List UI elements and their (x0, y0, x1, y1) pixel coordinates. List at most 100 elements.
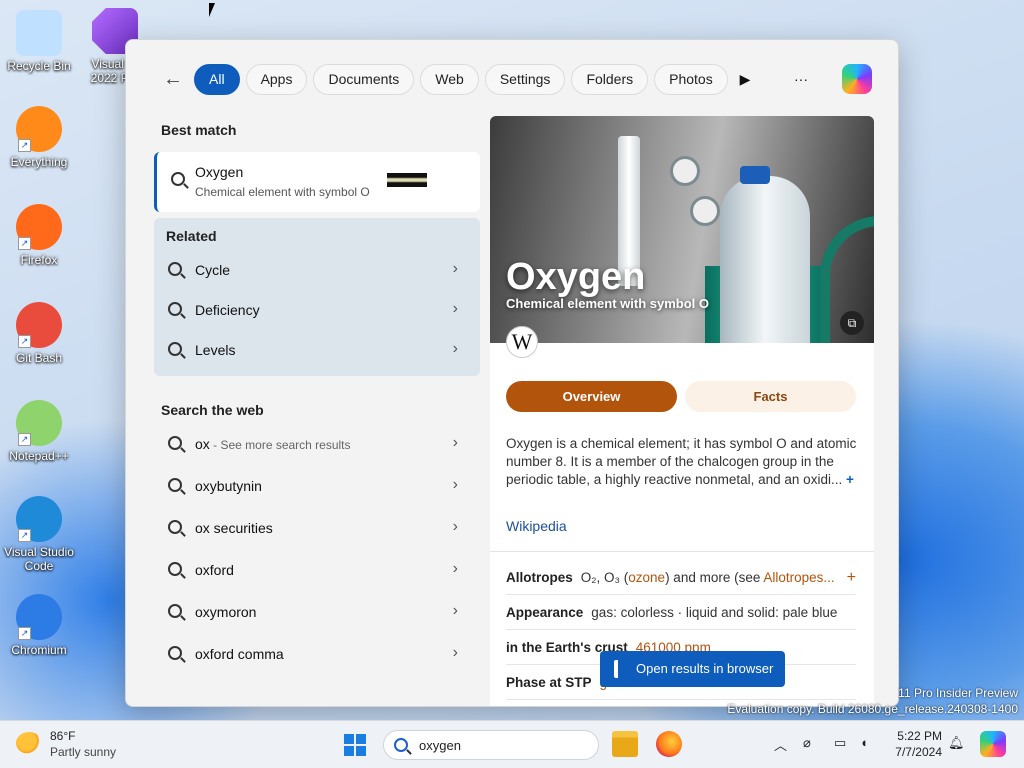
description-text: Oxygen is a chemical element; it has sym… (506, 436, 857, 487)
tab-documents[interactable]: Documents (313, 64, 415, 95)
expand-description-button[interactable]: + (846, 472, 854, 487)
firefox-taskbar-icon[interactable] (656, 731, 682, 757)
recycle-bin-icon (16, 10, 62, 56)
results-list: Best match Oxygen Chemical element with … (154, 116, 480, 676)
search-icon (394, 738, 408, 752)
divider (490, 551, 874, 552)
chevron-right-icon: › (452, 560, 458, 577)
tab-photos[interactable]: Photos (654, 64, 728, 95)
web-result[interactable]: oxford › (154, 550, 480, 592)
shortcut-arrow-icon: ↗ (18, 237, 31, 250)
tab-apps[interactable]: Apps (245, 64, 308, 95)
web-result[interactable]: ox securities › (154, 508, 480, 550)
desktop-icon-everything[interactable]: ↗ Everything (2, 106, 76, 169)
web-result-more[interactable]: ox - See more search results › (154, 424, 480, 466)
related-item-deficiency[interactable]: Deficiency › (154, 290, 480, 330)
tab-all[interactable]: All (194, 64, 240, 95)
expand-image-icon[interactable]: ⧉ (840, 311, 864, 335)
search-icon (168, 262, 182, 276)
best-match-thumbnail (387, 173, 427, 187)
gauge-shape (690, 196, 720, 226)
expand-fact-icon[interactable]: + (847, 560, 856, 594)
desktop-icon-label: Chromium (11, 643, 67, 657)
web-result[interactable]: oxymoron › (154, 592, 480, 634)
tab-settings[interactable]: Settings (484, 64, 566, 95)
start-button[interactable] (344, 734, 366, 756)
desktop-icon-label: Notepad++ (9, 449, 69, 463)
chevron-right-icon: › (452, 644, 458, 661)
open-in-browser-label: Open results in browser (636, 661, 774, 676)
firefox-icon: ↗ (16, 204, 62, 250)
fact-label: Appearance (506, 605, 584, 620)
bing-icon (614, 660, 626, 678)
card-tabs: Overview Facts (506, 381, 856, 412)
card-description: Oxygen is a chemical element; it has sym… (506, 435, 860, 489)
clock[interactable]: 5:22 PM 7/7/2024 (886, 728, 942, 760)
related-item-label: Deficiency (195, 302, 260, 318)
desktop-icon-chromium[interactable]: ↗ Chromium (2, 594, 76, 657)
chevron-up-icon[interactable]: ︿ (774, 735, 787, 754)
taskbar: 86°F Partly sunny oxygen ︿ ⌀ ▭ ◖ 5:22 PM… (0, 720, 1024, 768)
source-link[interactable]: Wikipedia (506, 518, 567, 534)
play-icon[interactable]: ▶ (730, 64, 760, 94)
search-icon (171, 172, 185, 186)
knowledge-card: Oxygen Chemical element with symbol O ⧉ … (490, 116, 874, 706)
web-result-label: oxybutynin (195, 478, 262, 494)
network-icon[interactable]: ⌀ (803, 735, 811, 751)
search-icon (168, 436, 182, 450)
desktop-icon-label: Everything (10, 155, 68, 169)
fact-row: Allotropes O₂, O₃ (ozone) and more (see A… (506, 560, 856, 595)
fact-link[interactable]: Allotropes... (763, 570, 834, 585)
desktop-icon-git-bash[interactable]: ↗ Git Bash (2, 302, 76, 365)
desktop-icon-recycle-bin[interactable]: Recycle Bin (2, 10, 76, 73)
tab-web[interactable]: Web (420, 64, 479, 95)
web-result-label: oxymoron (195, 604, 257, 620)
related-item-cycle[interactable]: Cycle › (154, 250, 480, 290)
tab-folders[interactable]: Folders (571, 64, 649, 95)
taskbar-search-input[interactable]: oxygen (419, 738, 461, 753)
best-match-item[interactable]: Oxygen Chemical element with symbol O (154, 152, 480, 212)
search-icon (168, 478, 182, 492)
card-subtitle: Chemical element with symbol O (506, 296, 709, 311)
web-result-suffix: - See more search results (209, 438, 351, 452)
shortcut-arrow-icon: ↗ (18, 529, 31, 542)
fact-link[interactable]: ozone (628, 570, 665, 585)
copilot-taskbar-icon[interactable] (980, 731, 1006, 757)
fact-value: gas: colorless · liquid and solid: pale … (591, 605, 838, 620)
volume-icon[interactable]: ◖ (860, 735, 868, 750)
chevron-right-icon: › (452, 602, 458, 619)
desktop-icon-notepadpp[interactable]: ↗ Notepad++ (2, 400, 76, 463)
chevron-right-icon: › (452, 300, 458, 317)
watermark-line: Evaluation copy. Build 26080.ge_release.… (727, 702, 1018, 716)
tab-overview[interactable]: Overview (506, 381, 677, 412)
bell-icon[interactable]: 🔔︎ (948, 735, 965, 751)
desktop-icon-label: Firefox (20, 253, 58, 267)
search-icon (168, 604, 182, 618)
open-in-browser-button[interactable]: Open results in browser (600, 651, 785, 687)
file-explorer-icon[interactable] (612, 731, 638, 757)
back-arrow-icon[interactable]: ← (158, 65, 188, 95)
shortcut-arrow-icon: ↗ (18, 433, 31, 446)
tab-facts[interactable]: Facts (685, 381, 856, 412)
valve-shape (740, 166, 770, 184)
search-tabs: ← All Apps Documents Web Settings Folder… (158, 64, 728, 95)
related-heading: Related (166, 228, 217, 244)
chevron-right-icon: › (452, 518, 458, 535)
desktop-icon-vscode[interactable]: ↗ Visual Studio Code (2, 496, 76, 573)
best-match-heading: Best match (161, 122, 237, 138)
web-result[interactable]: oxybutynin › (154, 466, 480, 508)
shortcut-arrow-icon: ↗ (18, 627, 31, 640)
web-result[interactable]: oxford comma › (154, 634, 480, 676)
related-item-levels[interactable]: Levels › (154, 330, 480, 370)
desktop-icon-firefox[interactable]: ↗ Firefox (2, 204, 76, 267)
web-result-label: oxford (195, 562, 234, 578)
taskbar-search-box[interactable]: oxygen (383, 730, 599, 760)
copilot-icon[interactable] (842, 64, 872, 94)
more-options-icon[interactable]: ··· (786, 64, 816, 94)
card-title: Oxygen (506, 256, 646, 298)
chevron-right-icon: › (452, 260, 458, 277)
fact-label: Allotropes (506, 570, 573, 585)
header-actions: ▶ ··· (730, 64, 872, 94)
display-icon[interactable]: ▭ (834, 735, 846, 751)
hero-image: Oxygen Chemical element with symbol O ⧉ (490, 116, 874, 343)
